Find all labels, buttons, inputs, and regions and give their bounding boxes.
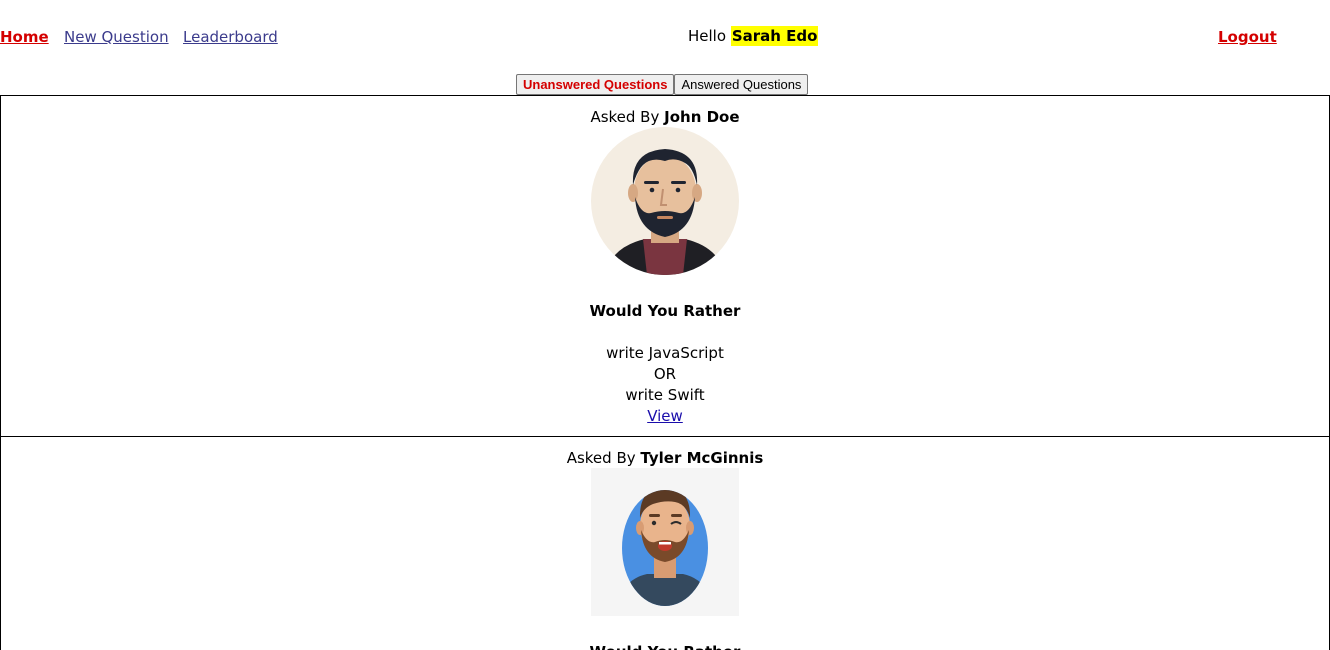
nav-new-question-link[interactable]: New Question: [64, 28, 169, 46]
asked-by: Asked By John Doe: [1, 107, 1329, 127]
view-question-link[interactable]: View: [647, 406, 683, 427]
would-you-rather-heading: Would You Rather: [1, 642, 1329, 650]
option-two: write Swift: [625, 386, 705, 404]
author-name: John Doe: [664, 108, 740, 126]
asked-by: Asked By Tyler McGinnis: [1, 448, 1329, 468]
asked-by-label: Asked By: [590, 108, 660, 126]
question-tabs: Unanswered Questions Answered Questions: [516, 74, 809, 95]
nav-leaderboard-link[interactable]: Leaderboard: [183, 28, 278, 46]
option-one: write JavaScript: [606, 344, 724, 362]
winking-man-avatar-icon: [591, 468, 739, 616]
or-divider: OR: [653, 365, 677, 383]
top-nav: Home New Question Leaderboard Hello Sara…: [0, 0, 1330, 74]
greeting-text: Hello: [688, 27, 727, 45]
would-you-rather-heading: Would You Rather: [589, 302, 741, 320]
logout-link[interactable]: Logout: [1218, 28, 1277, 46]
user-greeting: Hello Sarah Edo: [688, 26, 819, 46]
tab-unanswered[interactable]: Unanswered Questions: [516, 74, 675, 95]
poll-options: write JavaScript OR write Swift View: [1, 343, 1329, 427]
question-card: Asked By John Doe Would You Rather write…: [0, 95, 1330, 437]
asked-by-label: Asked By: [566, 449, 636, 467]
bearded-man-avatar-icon: [591, 127, 739, 275]
tab-answered[interactable]: Answered Questions: [674, 74, 809, 95]
question-card: Asked By Tyler McGinnis: [0, 436, 1330, 650]
current-user-name: Sarah Edo: [730, 26, 819, 46]
author-name: Tyler McGinnis: [640, 449, 764, 467]
nav-home-link[interactable]: Home: [0, 28, 49, 46]
